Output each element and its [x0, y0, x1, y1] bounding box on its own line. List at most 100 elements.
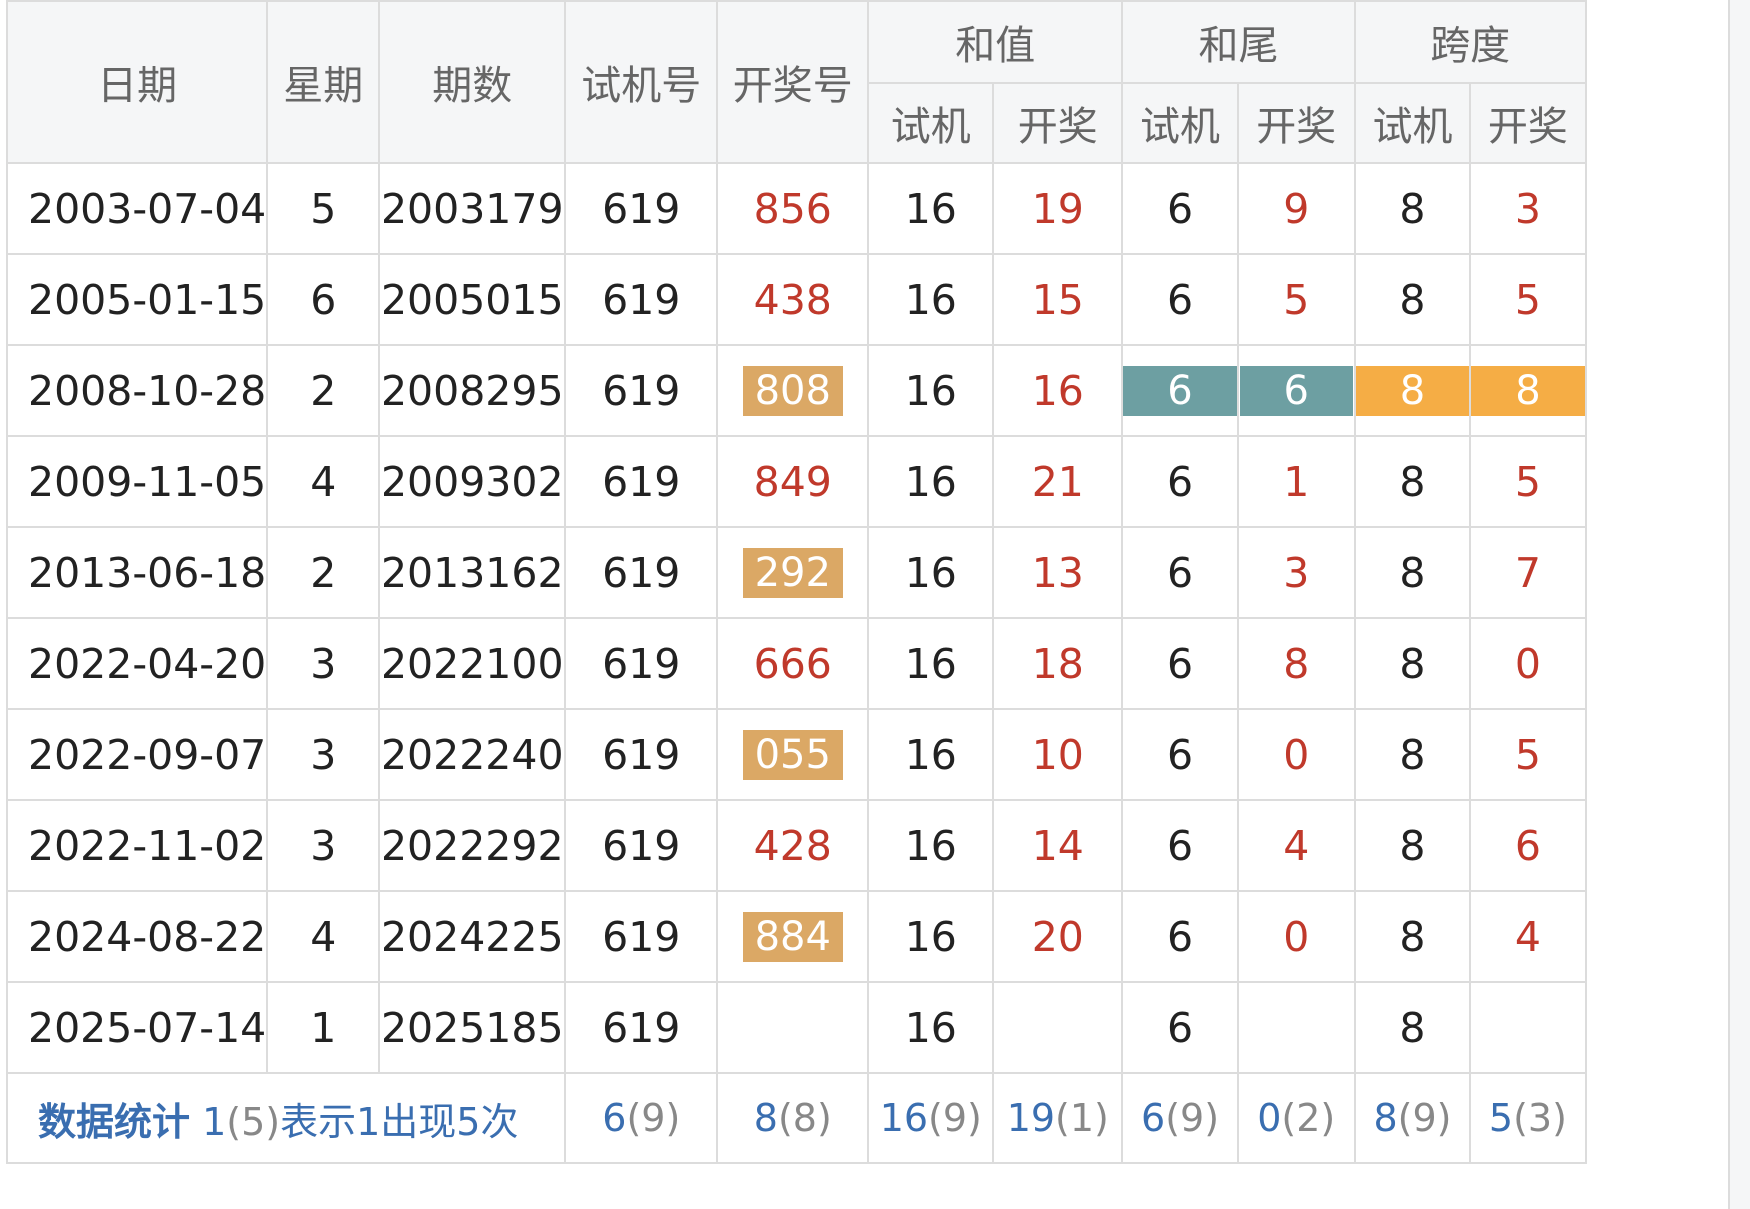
- cell-draw: 808: [716, 344, 870, 437]
- cell-span-trial: 8: [1353, 162, 1472, 255]
- stats-sum-draw: 19(1): [992, 1072, 1124, 1164]
- stats-sum-trial-count: (9): [928, 1096, 982, 1140]
- subheader-tail-draw: 开奖: [1236, 82, 1356, 164]
- cell-issue: 2003179: [378, 162, 567, 255]
- draw-highlight-badge: 808: [742, 365, 843, 416]
- table-row: 2024-08-22 4 2024225 619 884 16 20 6 0 8…: [5, 890, 1587, 983]
- cell-trial: 619: [564, 617, 719, 710]
- stats-draw: 8(8): [716, 1072, 870, 1164]
- span-trial-badge: 8: [1355, 365, 1470, 416]
- cell-trial: 619: [564, 799, 719, 892]
- lottery-table: 日期 星期 期数 试机号 开奖号 和值 和尾 跨度 试机 开奖 试机 开奖 试机…: [5, 0, 1587, 1164]
- stats-sum-draw-num: 19: [1006, 1096, 1056, 1140]
- cell-weekday: 3: [266, 799, 381, 892]
- cell-tail-trial: 6: [1121, 890, 1239, 983]
- cell-trial: 619: [564, 890, 719, 983]
- cell-date: 2022-11-02: [5, 799, 269, 892]
- cell-tail-trial: 6: [1121, 253, 1239, 346]
- stats-row: 数据统计 1(5)表示1出现5次 6(9) 8(8) 16(9) 19(1) 6…: [5, 1072, 1587, 1164]
- cell-issue: 2025185: [378, 981, 567, 1074]
- cell-date: 2013-06-18: [5, 526, 269, 619]
- stats-span-draw-num: 5: [1488, 1096, 1514, 1140]
- cell-trial: 619: [564, 708, 719, 801]
- cell-sum-draw: 18: [992, 617, 1124, 710]
- cell-trial: 619: [564, 981, 719, 1074]
- stats-span-trial-count: (9): [1397, 1096, 1452, 1140]
- cell-issue: 2022292: [378, 799, 567, 892]
- cell-span-draw: 6: [1469, 799, 1587, 892]
- table-row: 2013-06-18 2 2013162 619 292 16 13 6 3 8…: [5, 526, 1587, 619]
- stats-trial: 6(9): [564, 1072, 719, 1164]
- table-row: 2003-07-04 5 2003179 619 856 16 19 6 9 8…: [5, 162, 1587, 255]
- cell-weekday: 6: [266, 253, 381, 346]
- cell-issue: 2024225: [378, 890, 567, 983]
- header-tail: 和尾: [1121, 0, 1356, 84]
- stats-legend: 数据统计 1(5)表示1出现5次: [5, 1072, 567, 1164]
- stats-draw-count: (8): [777, 1096, 832, 1140]
- cell-span-trial: 8: [1353, 890, 1472, 983]
- cell-sum-trial: 16: [867, 617, 995, 710]
- cell-draw: 884: [716, 890, 870, 983]
- cell-trial: 619: [564, 344, 719, 437]
- cell-date: 2005-01-15: [5, 253, 269, 346]
- cell-tail-draw: 6: [1236, 344, 1356, 437]
- table-row: 2009-11-05 4 2009302 619 849 16 21 6 1 8…: [5, 435, 1587, 528]
- cell-date: 2022-09-07: [5, 708, 269, 801]
- cell-tail-draw: 0: [1236, 708, 1356, 801]
- stats-tail-draw-count: (2): [1281, 1096, 1336, 1140]
- span-draw-badge: 8: [1471, 365, 1585, 416]
- header-trial: 试机号: [564, 0, 719, 164]
- table-row: 2025-07-14 1 2025185 619 16 6 8: [5, 981, 1587, 1074]
- cell-sum-trial: 16: [867, 344, 995, 437]
- stats-tail-draw-num: 0: [1257, 1096, 1282, 1140]
- cell-sum-draw: 19: [992, 162, 1124, 255]
- cell-sum-trial: 16: [867, 162, 995, 255]
- cell-span-trial: 8: [1353, 526, 1472, 619]
- cell-sum-trial: 16: [867, 435, 995, 528]
- table-row: 2008-10-28 2 2008295 619 808 16 16 6 6 8…: [5, 344, 1587, 437]
- cell-span-draw: 4: [1469, 890, 1587, 983]
- header-weekday: 星期: [266, 0, 381, 164]
- stats-tail-trial-count: (9): [1165, 1096, 1220, 1140]
- cell-sum-draw: 13: [992, 526, 1124, 619]
- stats-tail-trial: 6(9): [1121, 1072, 1239, 1164]
- cell-tail-draw: 5: [1236, 253, 1356, 346]
- cell-sum-draw: 16: [992, 344, 1124, 437]
- cell-trial: 619: [564, 162, 719, 255]
- cell-draw: 666: [716, 617, 870, 710]
- cell-trial: 619: [564, 435, 719, 528]
- header-issue: 期数: [378, 0, 567, 164]
- table-header: 日期 星期 期数 试机号 开奖号 和值 和尾 跨度 试机 开奖 试机 开奖 试机…: [5, 0, 1587, 164]
- cell-tail-trial: 6: [1121, 344, 1239, 437]
- cell-draw: 856: [716, 162, 870, 255]
- cell-span-draw: 5: [1469, 708, 1587, 801]
- cell-span-trial: 8: [1353, 617, 1472, 710]
- cell-span-trial: 8: [1353, 253, 1472, 346]
- cell-span-draw: [1469, 981, 1587, 1074]
- tail-draw-badge: 6: [1239, 365, 1353, 416]
- cell-issue: 2008295: [378, 344, 567, 437]
- cell-sum-draw: 10: [992, 708, 1124, 801]
- cell-span-draw: 3: [1469, 162, 1587, 255]
- cell-sum-trial: 16: [867, 253, 995, 346]
- cell-draw: 055: [716, 708, 870, 801]
- cell-tail-trial: 6: [1121, 435, 1239, 528]
- cell-tail-draw: 1: [1236, 435, 1356, 528]
- cell-trial: 619: [564, 526, 719, 619]
- cell-sum-draw: 20: [992, 890, 1124, 983]
- cell-span-trial: 8: [1353, 435, 1472, 528]
- cell-tail-trial: 6: [1121, 708, 1239, 801]
- cell-sum-trial: 16: [867, 890, 995, 983]
- table-row: 2005-01-15 6 2005015 619 438 16 15 6 5 8…: [5, 253, 1587, 346]
- stats-span-trial: 8(9): [1353, 1072, 1472, 1164]
- cell-span-draw: 5: [1469, 253, 1587, 346]
- cell-tail-trial: 6: [1121, 799, 1239, 892]
- cell-tail-trial: 6: [1121, 617, 1239, 710]
- cell-tail-draw: 9: [1236, 162, 1356, 255]
- table-row: 2022-09-07 3 2022240 619 055 16 10 6 0 8…: [5, 708, 1587, 801]
- cell-span-draw: 8: [1469, 344, 1587, 437]
- cell-issue: 2009302: [378, 435, 567, 528]
- cell-date: 2024-08-22: [5, 890, 269, 983]
- stats-sum-trial: 16(9): [867, 1072, 995, 1164]
- cell-tail-draw: 4: [1236, 799, 1356, 892]
